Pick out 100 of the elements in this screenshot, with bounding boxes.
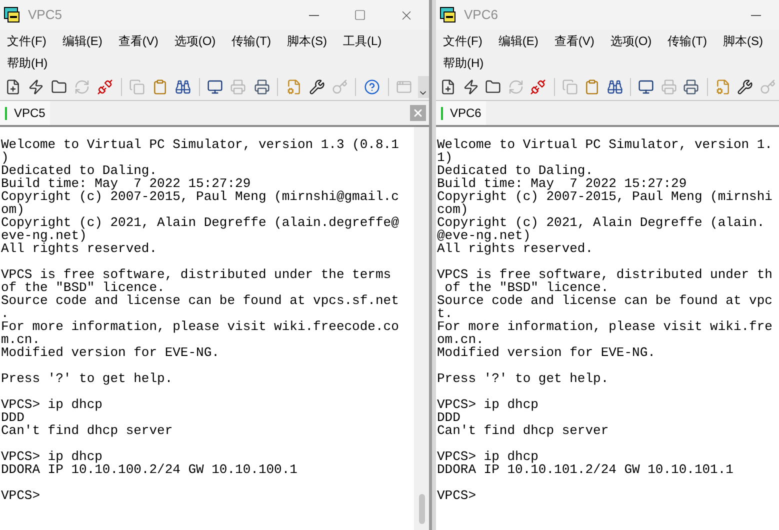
- printer-icon: [683, 79, 700, 95]
- session-tab[interactable]: VPC6: [436, 101, 486, 125]
- window-title: VPC6: [464, 6, 498, 24]
- document-settings-icon: [286, 79, 302, 95]
- menu-item[interactable]: 帮助(H): [438, 52, 489, 74]
- terminal-line: of the "BSD" licence.: [1, 281, 165, 294]
- clipboard-icon: [152, 79, 168, 95]
- terminal-line: VPCS is free software, distributed under the terms: [1, 268, 392, 281]
- terminal-line: of the "BSD" licence.: [444, 281, 609, 294]
- binoculars-icon: [175, 79, 192, 95]
- menu-item[interactable]: 查看(V): [549, 30, 600, 52]
- close-icon: [412, 107, 424, 119]
- key-icon: [760, 79, 776, 95]
- binoculars-icon: [606, 79, 623, 95]
- terminal-line: Build time: May 7 2022 15:27:29: [437, 177, 687, 190]
- terminal-line: Build time: May 7 2022 15:27:29: [1, 177, 251, 190]
- terminal-line: VPCS> ip dhcp: [437, 450, 538, 463]
- terminal-line: Copyright (c) 2021, Alain Degreffe (alain.degreffe@: [1, 216, 399, 229]
- terminal-line: Copyright (c) 2007-2015, Paul Meng (mirnshi: [437, 190, 772, 203]
- unplug-icon: [96, 79, 113, 95]
- terminal-line: DDD: [437, 411, 460, 424]
- maximize-icon: [354, 9, 366, 21]
- lightning-icon: [28, 79, 44, 95]
- copy-icon: [562, 79, 578, 95]
- refresh-icon: [74, 79, 90, 95]
- menu-item[interactable]: 编辑(E): [57, 30, 108, 52]
- printer-icon: [230, 79, 246, 95]
- terminal-line: eve-ng.net): [1, 229, 87, 242]
- app-icon: [440, 7, 456, 23]
- clipboard-icon: [584, 79, 600, 95]
- menu-item[interactable]: 文件(F): [2, 30, 52, 52]
- window-icon: [396, 79, 412, 95]
- terminal-line: Press '?' to get help.: [1, 372, 173, 385]
- terminal-line: DDORA IP 10.10.101.2/24 GW 10.10.101.1: [437, 463, 734, 476]
- monitor-icon: [638, 79, 654, 95]
- menu-item[interactable]: 传输(T): [662, 30, 712, 52]
- terminal-line: .: [1, 307, 9, 320]
- terminal-line: VPCS is free software, distributed under th: [437, 268, 772, 281]
- folder-icon: [485, 79, 502, 95]
- menu-item[interactable]: 查看(V): [113, 30, 164, 52]
- session-tab[interactable]: VPC5: [0, 101, 50, 125]
- terminal-line: m.cn.: [1, 333, 40, 346]
- copy-icon: [129, 79, 146, 95]
- key-icon: [332, 79, 348, 95]
- terminal-line: Copyright (c) 2007-2015, Paul Meng (mirnshi@gmail.c: [1, 190, 399, 203]
- lightning-icon: [462, 79, 479, 95]
- terminal-line: VPCS>: [1, 489, 40, 502]
- terminal-line: Welcome to Virtual PC Simulator, version 1.3 (0.8.1: [1, 138, 399, 151]
- menu-item[interactable]: 传输(T): [226, 30, 276, 52]
- terminal-line: Can't find dhcp server: [1, 424, 173, 437]
- terminal-line: Modified version for EVE-NG.: [1, 346, 220, 359]
- terminal-line: Source code and license can be found at vpcs.sf.net: [1, 294, 399, 307]
- menu-item[interactable]: 帮助(H): [2, 52, 53, 74]
- refresh-icon: [508, 79, 524, 95]
- terminal-line: VPCS> ip dhcp: [437, 398, 538, 411]
- app-icon: [4, 7, 20, 23]
- terminal-line: VPCS> ip dhcp: [1, 398, 102, 411]
- terminal-line: All rights reserved.: [1, 242, 158, 255]
- terminal-line: Source code and license can be found at vpc: [437, 294, 772, 307]
- terminal-line: For more information, please visit wiki.freecode.co: [1, 320, 399, 333]
- monitor-icon: [207, 79, 224, 95]
- file-plus-icon: [4, 79, 21, 95]
- window-title: VPC5: [28, 6, 62, 24]
- terminal-line: VPCS>: [437, 489, 476, 502]
- terminal-line: Dedicated to Daling.: [437, 164, 594, 177]
- printer-icon: [254, 79, 270, 95]
- menu-item[interactable]: 工具(L): [338, 30, 387, 52]
- close-tab-button[interactable]: [410, 105, 426, 121]
- wrench-icon: [308, 79, 325, 95]
- minimize-icon: [751, 14, 761, 16]
- help-icon: [364, 79, 380, 95]
- terminal-line: DDORA IP 10.10.100.2/24 GW 10.10.100.1: [1, 463, 298, 476]
- menu-item[interactable]: 编辑(E): [493, 30, 544, 52]
- terminal-line: All rights reserved.: [437, 242, 594, 255]
- terminal-line: om): [1, 203, 24, 216]
- terminal-line: VPCS> ip dhcp: [1, 450, 102, 463]
- menu-item[interactable]: 脚本(S): [282, 30, 332, 52]
- terminal-line: Press '?' to get help.: [437, 372, 609, 385]
- terminal-line: Can't find dhcp server: [437, 424, 609, 437]
- terminal-line: Modified version for EVE-NG.: [437, 346, 656, 359]
- toolbar-overflow-button[interactable]: [418, 76, 429, 98]
- folder-icon: [50, 79, 67, 95]
- terminal-line: ): [1, 151, 9, 164]
- terminal-line: om.cn.: [437, 333, 484, 346]
- terminal-line: Dedicated to Daling.: [1, 164, 158, 177]
- menu-item[interactable]: 脚本(S): [718, 30, 768, 52]
- menu-item[interactable]: 选项(O): [605, 30, 657, 52]
- file-plus-icon: [440, 79, 456, 95]
- menu-item[interactable]: 选项(O): [169, 30, 221, 52]
- unplug-icon: [530, 79, 546, 95]
- terminal-line: 1): [437, 151, 453, 164]
- terminal-line: @eve-ng.net): [437, 229, 531, 242]
- document-settings-icon: [714, 79, 731, 95]
- terminal-line: Copyright (c) 2021, Alain Degreffe (alain.: [437, 216, 765, 229]
- terminal-line: t.: [437, 307, 453, 320]
- terminal-line: DDD: [1, 411, 24, 424]
- terminal-line: For more information, please visit wiki.fre: [437, 320, 772, 333]
- menu-item[interactable]: 文件(F): [438, 30, 488, 52]
- printer-icon: [660, 79, 677, 95]
- wrench-icon: [737, 79, 754, 95]
